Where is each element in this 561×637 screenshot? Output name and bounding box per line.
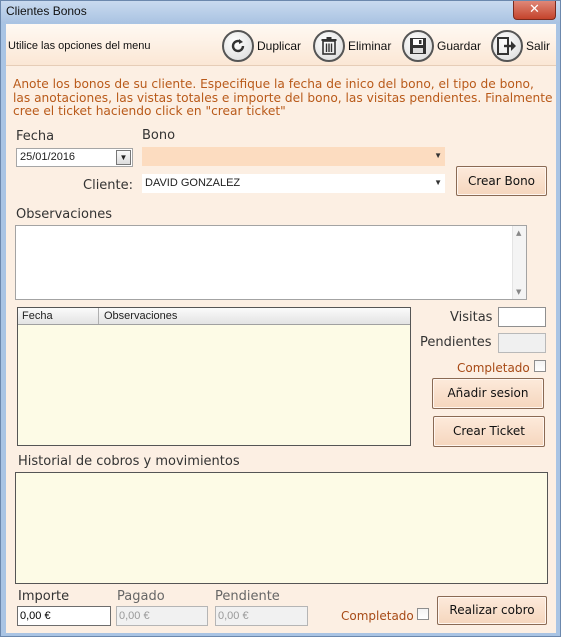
pendiente-input: 0,00 €	[215, 606, 308, 626]
historial-panel[interactable]	[15, 472, 548, 584]
sesiones-completado-label: Completado	[457, 361, 530, 375]
toolbar: Utilice las opciones del menu Duplicar E…	[6, 24, 556, 66]
close-button[interactable]: ✕	[513, 1, 556, 20]
instructions-text: Anote los bonos de su cliente. Especifiq…	[13, 77, 553, 118]
sessions-grid-header: Fecha Observaciones	[18, 308, 410, 325]
sessions-grid[interactable]: Fecha Observaciones	[17, 307, 411, 446]
crear-bono-button[interactable]: Crear Bono	[456, 166, 547, 196]
chevron-down-icon[interactable]: ▼	[434, 151, 442, 160]
fecha-value: 25/01/2016	[20, 151, 76, 163]
historial-label: Historial de cobros y movimientos	[18, 454, 240, 469]
importe-input[interactable]: 0,00 €	[17, 606, 111, 626]
importe-label: Importe	[18, 589, 70, 604]
bono-label: Bono	[142, 128, 176, 143]
fecha-label: Fecha	[16, 129, 55, 144]
visitas-input[interactable]	[498, 307, 546, 327]
column-header-observaciones[interactable]: Observaciones	[100, 308, 300, 324]
visitas-label: Visitas	[450, 310, 493, 325]
column-header-fecha[interactable]: Fecha	[18, 308, 99, 324]
toolbar-label: Utilice las opciones del menu	[8, 40, 151, 52]
scroll-up-icon[interactable]: ▲	[516, 229, 521, 237]
scroll-down-icon[interactable]: ▼	[516, 288, 521, 296]
pendiente-label: Pendiente	[215, 589, 280, 604]
pendientes-label: Pendientes	[420, 335, 492, 350]
pendientes-input	[498, 333, 546, 353]
guardar-label: Guardar	[437, 39, 482, 53]
observaciones-scrollbar[interactable]: ▲ ▼	[512, 226, 526, 299]
chevron-down-icon[interactable]: ▼	[434, 178, 442, 187]
pagado-label: Pagado	[117, 589, 165, 604]
exit-icon	[491, 30, 523, 62]
guardar-button[interactable]: Guardar	[402, 30, 481, 62]
cliente-value: DAVID GONZALEZ	[145, 177, 241, 189]
cobro-completado-checkbox[interactable]	[417, 608, 429, 620]
window-client-area: Utilice las opciones del menu Duplicar E…	[6, 24, 556, 633]
crear-ticket-button[interactable]: Crear Ticket	[433, 416, 545, 447]
trash-icon	[313, 30, 345, 62]
sesiones-completado-checkbox[interactable]	[534, 360, 546, 372]
salir-label: Salir	[526, 39, 551, 53]
floppy-icon	[402, 30, 434, 62]
cliente-label: Cliente:	[83, 178, 134, 193]
observaciones-label: Observaciones	[16, 207, 112, 222]
window-title: Clientes Bonos	[6, 4, 87, 18]
eliminar-label: Eliminar	[348, 39, 392, 53]
pagado-input: 0,00 €	[116, 606, 208, 626]
cliente-select[interactable]: DAVID GONZALEZ ▼	[142, 174, 445, 193]
duplicar-button[interactable]: Duplicar	[222, 30, 301, 62]
refresh-icon	[222, 30, 254, 62]
clientes-bonos-window: Clientes Bonos ✕ Utilice las opciones de…	[0, 0, 561, 637]
eliminar-button[interactable]: Eliminar	[313, 30, 391, 62]
salir-button[interactable]: Salir	[491, 30, 550, 62]
bono-select[interactable]: ▼	[142, 147, 445, 166]
observaciones-textarea[interactable]: ▲ ▼	[15, 225, 527, 300]
anadir-sesion-button[interactable]: Añadir sesion	[432, 378, 544, 409]
fecha-datepicker[interactable]: 25/01/2016 ▼	[16, 148, 133, 167]
title-bar[interactable]: Clientes Bonos ✕	[1, 1, 560, 23]
cobro-completado-label: Completado	[341, 609, 414, 623]
duplicar-label: Duplicar	[257, 39, 302, 53]
chevron-down-icon[interactable]: ▼	[116, 150, 131, 165]
realizar-cobro-button[interactable]: Realizar cobro	[437, 596, 547, 625]
